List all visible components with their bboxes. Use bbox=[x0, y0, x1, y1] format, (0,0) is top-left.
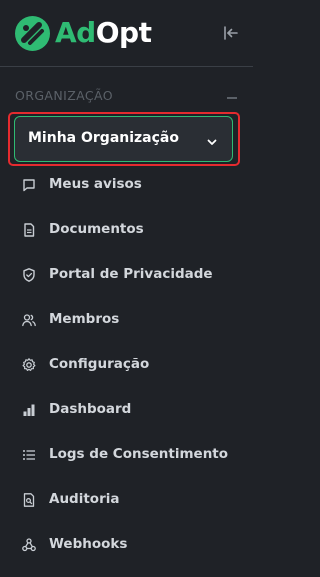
document-icon bbox=[21, 222, 37, 238]
nav-item-logs-de-consentimento[interactable]: Logs de Consentimento bbox=[0, 433, 253, 478]
nav-item-auditoria[interactable]: Auditoria bbox=[0, 478, 253, 523]
collapse-sidebar-button[interactable] bbox=[220, 22, 242, 44]
nav-item-label: Configuração bbox=[49, 356, 150, 372]
brand-name: AdOpt bbox=[55, 13, 152, 53]
audit-icon bbox=[21, 492, 37, 508]
brand-prefix: Ad bbox=[55, 16, 96, 49]
chevron-down-icon bbox=[206, 133, 218, 152]
nav-item-label: Meus avisos bbox=[49, 176, 142, 192]
organization-select-value: Minha Organização bbox=[28, 130, 179, 146]
adopt-logo-icon bbox=[15, 16, 50, 51]
nav-item-membros[interactable]: Membros bbox=[0, 298, 253, 343]
list-icon bbox=[21, 447, 37, 463]
organization-select[interactable]: Minha Organização bbox=[14, 116, 233, 162]
nav-item-documentos[interactable]: Documentos bbox=[0, 208, 253, 253]
message-icon bbox=[21, 177, 37, 193]
bar-chart-icon bbox=[21, 402, 37, 418]
nav-item-portal-de-privacidade[interactable]: Portal de Privacidade bbox=[0, 253, 253, 298]
brand-suffix: Opt bbox=[95, 16, 152, 49]
shield-icon bbox=[21, 267, 37, 283]
nav-item-label: Webhooks bbox=[49, 536, 128, 552]
header-divider bbox=[0, 66, 253, 67]
section-label: ORGANIZAÇÃO bbox=[15, 88, 113, 103]
section-collapse-dash[interactable] bbox=[227, 97, 237, 99]
nav-item-meus-avisos[interactable]: Meus avisos bbox=[0, 163, 253, 208]
nav-item-webhooks[interactable]: Webhooks bbox=[0, 523, 253, 568]
nav-item-label: Membros bbox=[49, 311, 120, 327]
sidebar-nav: Meus avisos Documentos Portal de Privaci… bbox=[0, 163, 253, 568]
users-icon bbox=[21, 312, 37, 328]
nav-item-label: Dashboard bbox=[49, 401, 132, 417]
collapse-left-icon bbox=[220, 26, 242, 48]
gear-icon bbox=[21, 357, 37, 373]
nav-item-label: Documentos bbox=[49, 221, 144, 237]
nav-item-dashboard[interactable]: Dashboard bbox=[0, 388, 253, 433]
webhook-icon bbox=[21, 537, 37, 553]
sidebar-header: AdOpt bbox=[0, 0, 253, 66]
nav-item-configuracao[interactable]: Configuração bbox=[0, 343, 253, 388]
nav-item-label: Auditoria bbox=[49, 491, 120, 507]
nav-item-label: Portal de Privacidade bbox=[49, 266, 213, 282]
nav-item-label: Logs de Consentimento bbox=[49, 446, 229, 462]
sidebar: AdOpt ORGANIZAÇÃO Minha Organização Meus… bbox=[0, 0, 253, 577]
